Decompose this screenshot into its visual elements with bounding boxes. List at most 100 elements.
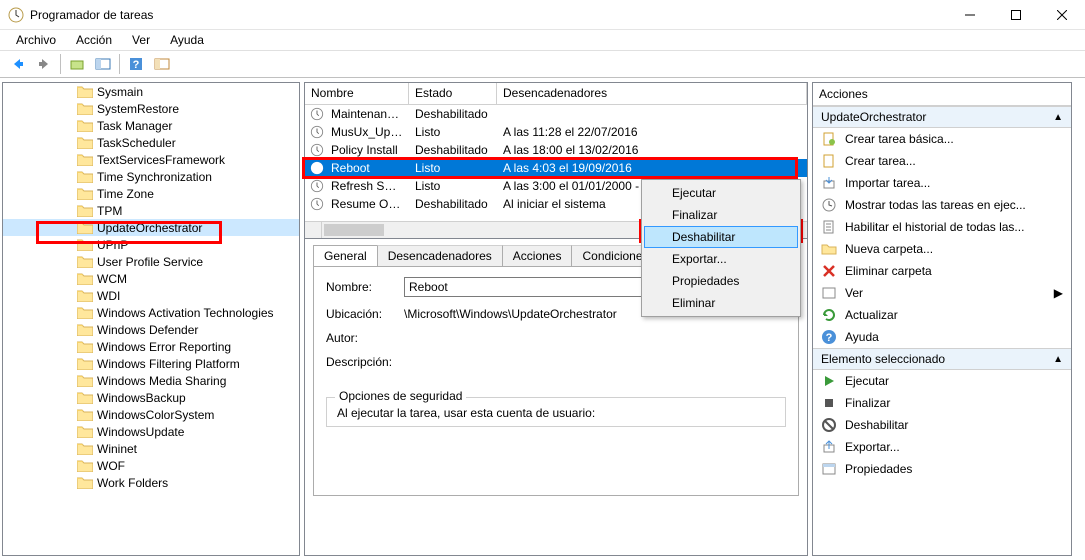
- actions-section-2[interactable]: Elemento seleccionado ▲: [813, 348, 1071, 370]
- action-label: Importar tarea...: [845, 176, 1063, 190]
- tree-panel: SysmainSystemRestoreTask ManagerTaskSche…: [2, 82, 300, 556]
- folder-icon: [77, 425, 93, 438]
- tree-item[interactable]: Sysmain: [3, 83, 299, 100]
- cell-state: Deshabilitado: [409, 197, 497, 211]
- col-state[interactable]: Estado: [409, 83, 497, 104]
- tree-item[interactable]: UPnP: [3, 236, 299, 253]
- toolbar-icon-2[interactable]: [91, 53, 115, 75]
- cell-state: Deshabilitado: [409, 143, 497, 157]
- folder-icon: [821, 241, 837, 257]
- disable-icon: [821, 417, 837, 433]
- task-row[interactable]: Maintenanc...Deshabilitado: [305, 105, 807, 123]
- forward-button[interactable]: [32, 53, 56, 75]
- ctx-item[interactable]: Propiedades: [644, 270, 798, 292]
- desc-label: Descripción:: [326, 355, 404, 369]
- clock-icon: [309, 106, 325, 122]
- mid-panel: Nombre Estado Desencadenadores Maintenan…: [304, 82, 808, 556]
- clock-icon: [821, 197, 837, 213]
- tree-item[interactable]: Windows Filtering Platform: [3, 355, 299, 372]
- action-item[interactable]: Actualizar: [813, 304, 1071, 326]
- tree-item[interactable]: WindowsUpdate: [3, 423, 299, 440]
- minimize-button[interactable]: [947, 0, 993, 30]
- menu-file[interactable]: Archivo: [8, 31, 64, 49]
- tree-item[interactable]: Task Manager: [3, 117, 299, 134]
- folder-tree[interactable]: SysmainSystemRestoreTask ManagerTaskSche…: [3, 83, 299, 555]
- ctx-item[interactable]: Exportar...: [644, 248, 798, 270]
- import-icon: [821, 175, 837, 191]
- help-icon[interactable]: ?: [124, 53, 148, 75]
- clock-icon: [309, 142, 325, 158]
- close-button[interactable]: [1039, 0, 1085, 30]
- tree-item[interactable]: Time Zone: [3, 185, 299, 202]
- back-button[interactable]: [6, 53, 30, 75]
- tree-item[interactable]: TaskScheduler: [3, 134, 299, 151]
- action-item[interactable]: ?Ayuda: [813, 326, 1071, 348]
- menu-view[interactable]: Ver: [124, 31, 158, 49]
- ctx-item[interactable]: Finalizar: [644, 204, 798, 226]
- maximize-button[interactable]: [993, 0, 1039, 30]
- clock-icon: [309, 124, 325, 140]
- tab-general[interactable]: General: [313, 245, 378, 266]
- tree-item[interactable]: WindowsBackup: [3, 389, 299, 406]
- tree-label: TPM: [97, 204, 122, 218]
- task-row[interactable]: RebootListoA las 4:03 el 19/09/2016: [305, 159, 807, 177]
- tree-item[interactable]: TPM: [3, 202, 299, 219]
- action-item[interactable]: Deshabilitar: [813, 414, 1071, 436]
- col-triggers[interactable]: Desencadenadores: [497, 83, 807, 104]
- folder-icon: [77, 408, 93, 421]
- tree-item[interactable]: Windows Media Sharing: [3, 372, 299, 389]
- cell-state: Deshabilitado: [409, 107, 497, 121]
- task-row[interactable]: MusUx_Upd...ListoA las 11:28 el 22/07/20…: [305, 123, 807, 141]
- tree-label: Work Folders: [97, 476, 168, 490]
- ctx-item[interactable]: Deshabilitar: [644, 226, 798, 248]
- tree-item[interactable]: Wininet: [3, 440, 299, 457]
- tab-triggers[interactable]: Desencadenadores: [377, 245, 503, 266]
- tree-item[interactable]: User Profile Service: [3, 253, 299, 270]
- action-item[interactable]: Propiedades: [813, 458, 1071, 480]
- folder-icon: [77, 357, 93, 370]
- tree-item[interactable]: Windows Error Reporting: [3, 338, 299, 355]
- tree-label: Wininet: [97, 442, 137, 456]
- action-item[interactable]: Ejecutar: [813, 370, 1071, 392]
- tree-item[interactable]: WCM: [3, 270, 299, 287]
- stop-icon: [821, 395, 837, 411]
- tree-item[interactable]: Windows Activation Technologies: [3, 304, 299, 321]
- action-item[interactable]: Ver▶: [813, 282, 1071, 304]
- action-item[interactable]: Crear tarea básica...: [813, 128, 1071, 150]
- toolbar-icon-1[interactable]: [65, 53, 89, 75]
- col-name[interactable]: Nombre: [305, 83, 409, 104]
- menu-action[interactable]: Acción: [68, 31, 120, 49]
- svg-text:?: ?: [133, 59, 140, 71]
- ctx-item[interactable]: Ejecutar: [644, 182, 798, 204]
- folder-icon: [77, 204, 93, 217]
- folder-icon: [77, 255, 93, 268]
- tree-item[interactable]: WOF: [3, 457, 299, 474]
- actions-section-1[interactable]: UpdateOrchestrator ▲: [813, 106, 1071, 128]
- task-row[interactable]: Policy InstallDeshabilitadoA las 18:00 e…: [305, 141, 807, 159]
- tree-item[interactable]: TextServicesFramework: [3, 151, 299, 168]
- action-item[interactable]: Eliminar carpeta: [813, 260, 1071, 282]
- action-item[interactable]: Nueva carpeta...: [813, 238, 1071, 260]
- security-options: Opciones de seguridad Al ejecutar la tar…: [326, 397, 786, 427]
- ctx-item[interactable]: Eliminar: [644, 292, 798, 314]
- tree-item[interactable]: UpdateOrchestrator: [3, 219, 299, 236]
- action-item[interactable]: Mostrar todas las tareas en ejec...: [813, 194, 1071, 216]
- action-item[interactable]: Exportar...: [813, 436, 1071, 458]
- menu-help[interactable]: Ayuda: [162, 31, 212, 49]
- action-item[interactable]: Finalizar: [813, 392, 1071, 414]
- toolbar-icon-3[interactable]: [150, 53, 174, 75]
- action-item[interactable]: Habilitar el historial de todas las...: [813, 216, 1071, 238]
- actions-panel: Acciones UpdateOrchestrator ▲ Crear tare…: [812, 82, 1072, 556]
- clock-icon: [309, 196, 325, 212]
- action-item[interactable]: Crear tarea...: [813, 150, 1071, 172]
- tree-item[interactable]: SystemRestore: [3, 100, 299, 117]
- folder-icon: [77, 102, 93, 115]
- folder-icon: [77, 442, 93, 455]
- tree-item[interactable]: WDI: [3, 287, 299, 304]
- tree-item[interactable]: Time Synchronization: [3, 168, 299, 185]
- tree-item[interactable]: Windows Defender: [3, 321, 299, 338]
- tree-item[interactable]: WindowsColorSystem: [3, 406, 299, 423]
- tree-item[interactable]: Work Folders: [3, 474, 299, 491]
- action-item[interactable]: Importar tarea...: [813, 172, 1071, 194]
- tab-actions[interactable]: Acciones: [502, 245, 573, 266]
